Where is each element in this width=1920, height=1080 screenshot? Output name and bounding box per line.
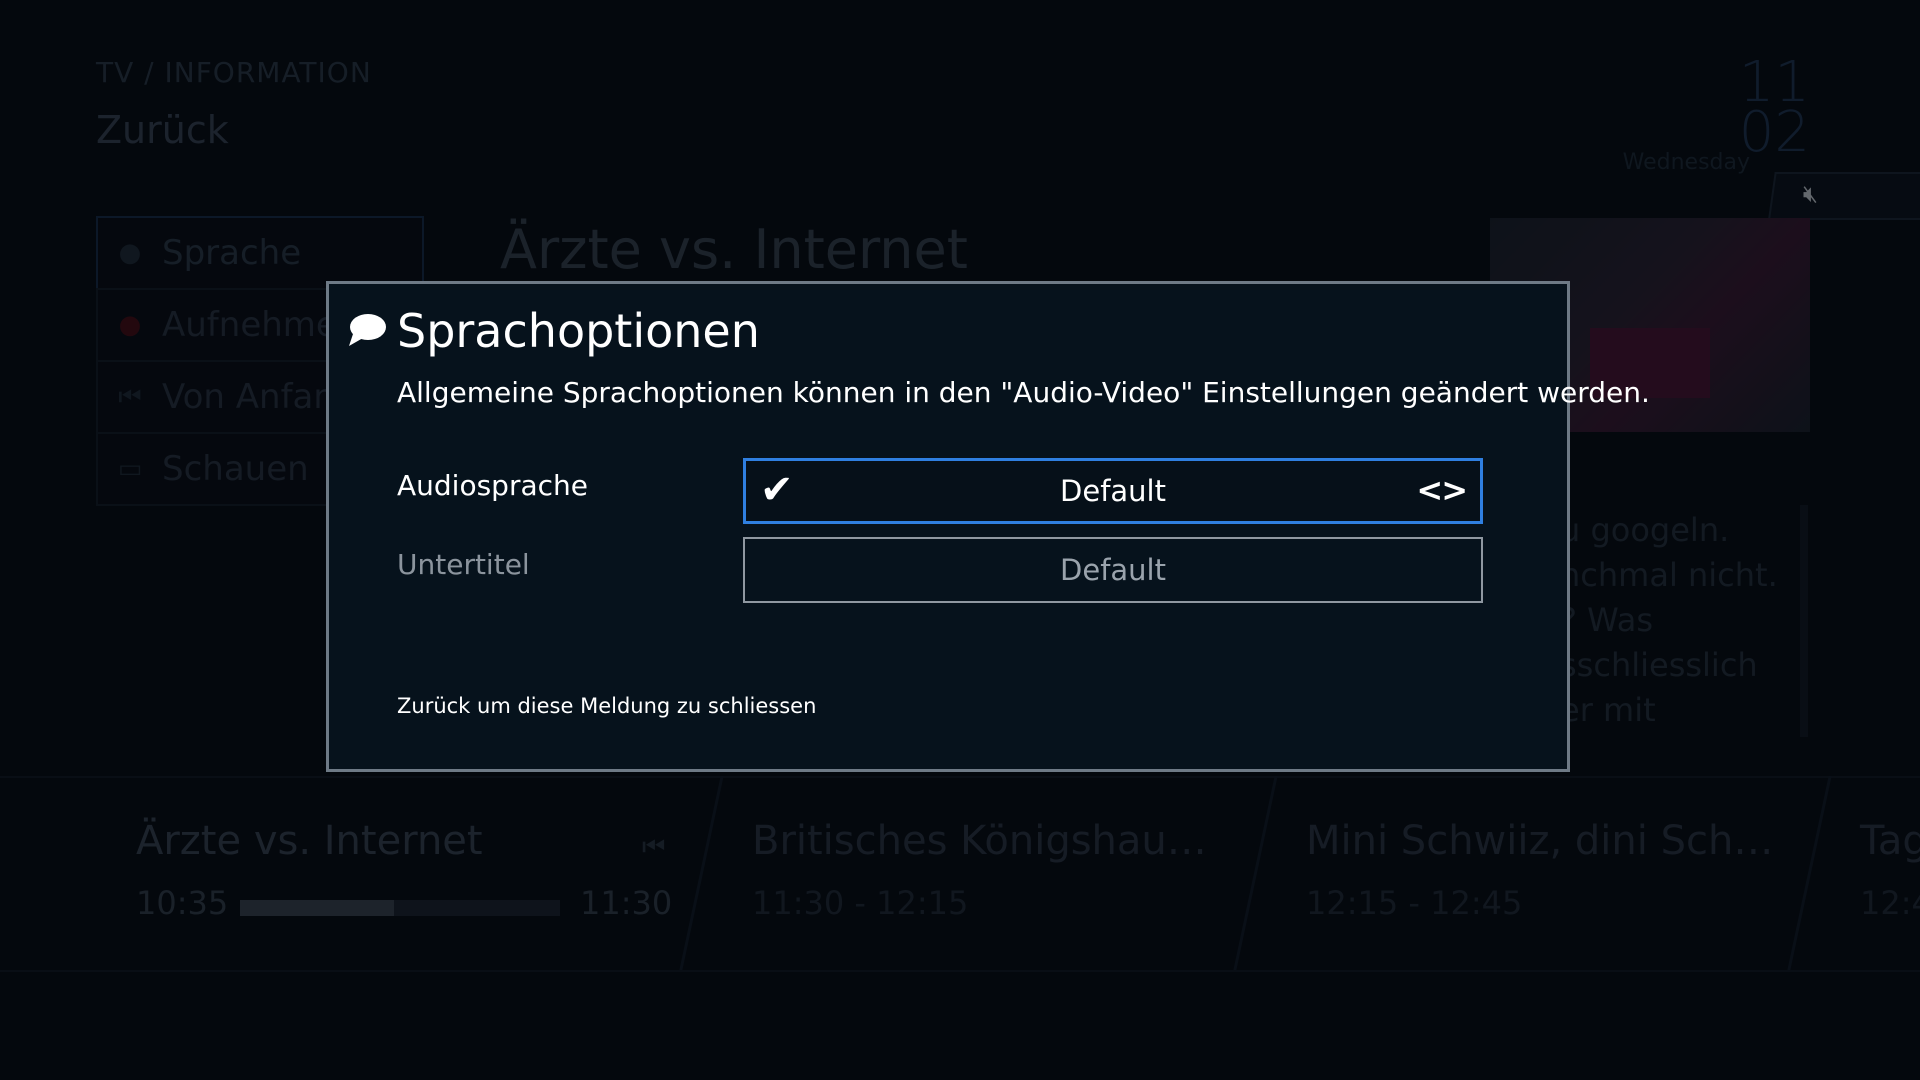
speech-bubble-icon <box>349 314 386 346</box>
menu-item-label: Schauen <box>162 449 309 489</box>
description-line: er mit <box>1560 691 1656 729</box>
menu-item-sprache[interactable]: ● Sprache <box>96 216 424 290</box>
epg-next-title[interactable]: Britisches Königshau… <box>752 818 1207 864</box>
dialog-title: Sprachoptionen <box>397 304 760 358</box>
description-line: sschliesslich <box>1560 646 1758 684</box>
epg-progress-fill <box>240 900 394 916</box>
epg-current-title[interactable]: Ärzte vs. Internet <box>136 818 483 864</box>
language-options-dialog: Sprachoptionen Allgemeine Sprachoptionen… <box>326 281 1650 772</box>
dialog-subtitle: Allgemeine Sprachoptionen können in den … <box>397 376 1650 409</box>
show-description: u googeln. nchmal nicht. ? Was sschliess… <box>1560 508 1810 733</box>
back-button[interactable]: Zurück <box>96 108 229 152</box>
epg-next-time: 12:4 <box>1860 884 1920 922</box>
restart-icon: ⏮ <box>642 832 666 862</box>
weekday: Wednesday <box>1622 150 1750 175</box>
epg-next-title[interactable]: Mini Schwiiz, dini Sch… <box>1306 818 1773 864</box>
subtitles-value: Default <box>1060 553 1166 587</box>
epg-current-end: 11:30 <box>580 884 673 922</box>
subtitles-select[interactable]: Default <box>743 537 1483 603</box>
clock: 11 02 <box>1739 55 1810 161</box>
description-scrollbar[interactable] <box>1800 505 1808 737</box>
restart-icon: ⏮ <box>118 381 142 412</box>
breadcrumb: TV / INFORMATION <box>96 56 372 89</box>
mute-icon: 🔇︎ <box>1802 180 1818 208</box>
subtitles-label: Untertitel <box>397 548 530 581</box>
epg-progress-bar <box>240 900 560 916</box>
checkmark-icon: ✔ <box>760 467 794 513</box>
epg-current-start: 10:35 <box>136 884 229 922</box>
tv-icon: ▭ <box>117 454 143 484</box>
epg-next-time: 12:15 - 12:45 <box>1306 884 1523 922</box>
epg-strip <box>0 776 1920 972</box>
epg-next-time: 11:30 - 12:15 <box>752 884 969 922</box>
show-title: Ärzte vs. Internet <box>500 218 968 281</box>
record-dot-icon: ● <box>118 310 142 340</box>
speech-bubble-icon: ● <box>118 238 142 268</box>
description-line: ? Was <box>1560 601 1654 639</box>
dialog-footer-hint: Zurück um diese Meldung zu schliessen <box>397 694 817 718</box>
mute-indicator <box>1768 172 1920 220</box>
audio-language-value: Default <box>1060 474 1166 508</box>
left-right-arrows-icon[interactable]: <> <box>1416 471 1468 509</box>
audio-language-label: Audiosprache <box>397 469 588 502</box>
menu-item-label: Sprache <box>162 233 302 273</box>
description-line: nchmal nicht. <box>1560 556 1778 594</box>
description-line: u googeln. <box>1560 511 1730 549</box>
epg-next-title[interactable]: Tag <box>1860 818 1920 864</box>
audio-language-select[interactable]: ✔ Default <> <box>743 458 1483 524</box>
